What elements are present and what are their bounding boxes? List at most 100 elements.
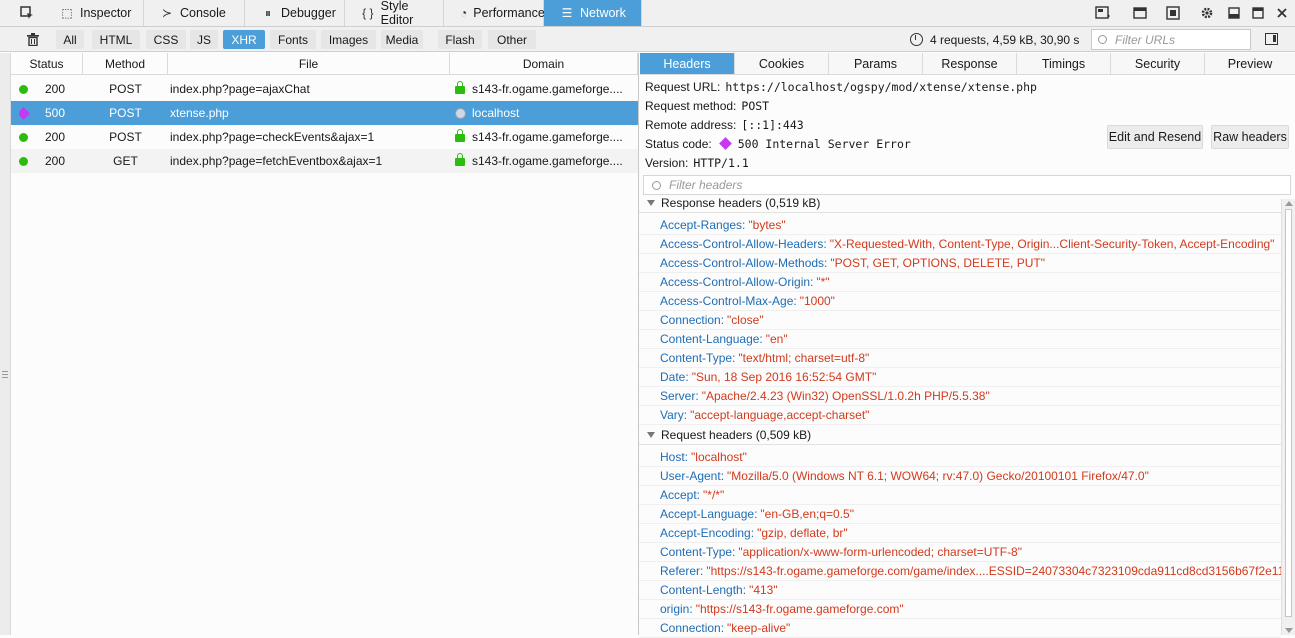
header-row[interactable]: Accept-Encoding: "gzip, deflate, br" (639, 524, 1281, 543)
header-row[interactable]: Connection: "keep-alive" (639, 619, 1281, 638)
filter-other-button[interactable]: Other (488, 30, 536, 49)
scroll-up-icon[interactable] (1285, 201, 1293, 206)
responsive-design-icon[interactable] (1094, 4, 1112, 22)
response-headers-section[interactable]: Response headers (0,519 kB) (639, 194, 1281, 213)
tab-style-editor[interactable]: { } Style Editor (345, 0, 444, 27)
scrollbar-thumb[interactable] (1285, 209, 1292, 617)
header-row[interactable]: Vary: "accept-language,accept-charset" (639, 406, 1281, 425)
domain-value: s143-fr.ogame.gameforge.... (472, 82, 623, 96)
detail-tab-timings[interactable]: Timings (1017, 53, 1111, 75)
header-row[interactable]: Host: "localhost" (639, 448, 1281, 467)
secure-lock-icon (455, 153, 465, 166)
column-domain[interactable]: Domain (450, 53, 638, 75)
tab-inspector[interactable]: ⬚ Inspector (44, 0, 144, 26)
file-cell: index.php?page=fetchEventbox&ajax=1 (170, 154, 383, 168)
detail-tab-preview[interactable]: Preview (1205, 53, 1295, 75)
header-row[interactable]: Content-Language: "en" (639, 330, 1281, 349)
splitter-handle[interactable] (0, 53, 11, 635)
edit-and-resend-button[interactable]: Edit and Resend (1107, 125, 1203, 149)
collapse-triangle-icon (647, 432, 655, 438)
element-picker-icon[interactable] (18, 4, 36, 22)
request-row[interactable]: 200 POST index.php?page=checkEvents&ajax=1… (11, 125, 638, 149)
request-url-value: https://localhost/ogspy/mod/xtense/xtens… (725, 79, 1037, 94)
inspector-icon: ⬚ (61, 6, 73, 20)
raw-headers-button[interactable]: Raw headers (1211, 125, 1289, 149)
debugger-icon: ⏸ (264, 5, 271, 20)
scroll-down-icon[interactable] (1285, 628, 1293, 633)
header-row[interactable]: Access-Control-Allow-Origin: "*" (639, 273, 1281, 292)
version-value: HTTP/1.1 (693, 155, 749, 170)
header-value: "1000" (799, 294, 835, 308)
close-icon[interactable] (1273, 4, 1291, 22)
filter-flash-button[interactable]: Flash (438, 30, 482, 49)
header-name: Server: (660, 389, 699, 403)
scratchpad-icon[interactable] (1131, 4, 1149, 22)
header-row[interactable]: Referer: "https://s143-fr.ogame.gameforge… (639, 562, 1281, 581)
dock-window-icon[interactable] (1249, 4, 1267, 22)
request-method-label: Request method: (645, 98, 737, 113)
header-row[interactable]: Server: "Apache/2.4.23 (Win32) OpenSSL/1.… (639, 387, 1281, 406)
header-row[interactable]: Accept-Language: "en-GB,en;q=0.5" (639, 505, 1281, 524)
globe-icon (455, 107, 466, 119)
filter-js-button[interactable]: JS (190, 30, 218, 49)
filter-urls-input[interactable]: Filter URLs (1091, 29, 1251, 50)
file-cell: index.php?page=checkEvents&ajax=1 (170, 130, 375, 144)
screenshot-icon[interactable] (1164, 4, 1182, 22)
clear-trash-icon[interactable] (24, 30, 42, 48)
header-value: "Sun, 18 Sep 2016 16:52:54 GMT" (691, 370, 877, 384)
filter-all-button[interactable]: All (56, 30, 84, 49)
request-row[interactable]: 500 POST xtense.php localhost (11, 101, 638, 125)
tab-label: Debugger (281, 6, 336, 20)
column-method[interactable]: Method (83, 53, 168, 75)
header-name: Access-Control-Allow-Origin: (660, 275, 814, 289)
detail-tab-security[interactable]: Security (1111, 53, 1205, 75)
header-row[interactable]: Access-Control-Allow-Methods: "POST, GET,… (639, 254, 1281, 273)
detail-tab-params[interactable]: Params (829, 53, 923, 75)
header-value: "close" (727, 313, 764, 327)
request-row[interactable]: 200 GET index.php?page=fetchEventbox&ajax=… (11, 149, 638, 173)
header-row[interactable]: User-Agent: "Mozilla/5.0 (Windows NT 6.1;… (639, 467, 1281, 486)
filter-xhr-button[interactable]: XHR (223, 30, 265, 49)
detail-tab-headers[interactable]: Headers (640, 53, 735, 75)
performance-icon: ◔ (460, 6, 468, 20)
header-name: Accept-Encoding: (660, 526, 755, 540)
filter-media-button[interactable]: Media (381, 30, 423, 49)
success-status-icon (19, 156, 28, 166)
header-row[interactable]: Accept: "*/*" (639, 486, 1281, 505)
dock-side-icon[interactable] (1225, 4, 1243, 22)
detail-tab-cookies[interactable]: Cookies (735, 53, 829, 75)
section-title: Request headers (0,509 kB) (661, 428, 812, 442)
header-row[interactable]: Date: "Sun, 18 Sep 2016 16:52:54 GMT" (639, 368, 1281, 387)
detail-tab-response[interactable]: Response (923, 53, 1017, 75)
request-headers-section[interactable]: Request headers (0,509 kB) (639, 426, 1281, 445)
header-row[interactable]: Accept-Ranges: "bytes" (639, 216, 1281, 235)
filter-headers-input[interactable]: Filter headers (643, 175, 1291, 195)
header-row[interactable]: Content-Type: "text/html; charset=utf-8" (639, 349, 1281, 368)
header-row[interactable]: origin: "https://s143-fr.ogame.gameforge.… (639, 600, 1281, 619)
headers-scrollbar[interactable] (1281, 199, 1295, 635)
tab-network[interactable]: ☰ Network (544, 0, 642, 26)
header-name: Content-Length: (660, 583, 747, 597)
header-row[interactable]: Access-Control-Max-Age: "1000" (639, 292, 1281, 311)
filter-fonts-button[interactable]: Fonts (270, 30, 316, 49)
request-row[interactable]: 200 POST index.php?page=ajaxChat s143-fr.og… (11, 77, 638, 101)
header-row[interactable]: Content-Length: "413" (639, 581, 1281, 600)
filter-headers-placeholder: Filter headers (669, 178, 743, 192)
header-row[interactable]: Access-Control-Allow-Headers: "X-Requeste… (639, 235, 1281, 254)
filter-html-button[interactable]: HTML (92, 30, 140, 49)
tab-console[interactable]: ≻ Console (144, 0, 245, 26)
header-row[interactable]: Content-Type: "application/x-www-form-url… (639, 543, 1281, 562)
filter-css-button[interactable]: CSS (146, 30, 186, 49)
tab-performance[interactable]: ◔ Performance (444, 0, 545, 26)
column-file[interactable]: File (168, 53, 450, 75)
toggle-details-pane-icon[interactable] (1265, 33, 1278, 45)
settings-gear-icon[interactable] (1198, 4, 1216, 22)
tab-debugger[interactable]: ⏸ Debugger (245, 0, 345, 26)
column-status[interactable]: Status (11, 53, 83, 75)
header-name: Access-Control-Max-Age: (660, 294, 797, 308)
header-value: "localhost" (691, 450, 747, 464)
status-cell: 200 (19, 149, 81, 173)
header-name: Content-Type: (660, 351, 736, 365)
header-row[interactable]: Connection: "close" (639, 311, 1281, 330)
filter-images-button[interactable]: Images (321, 30, 376, 49)
